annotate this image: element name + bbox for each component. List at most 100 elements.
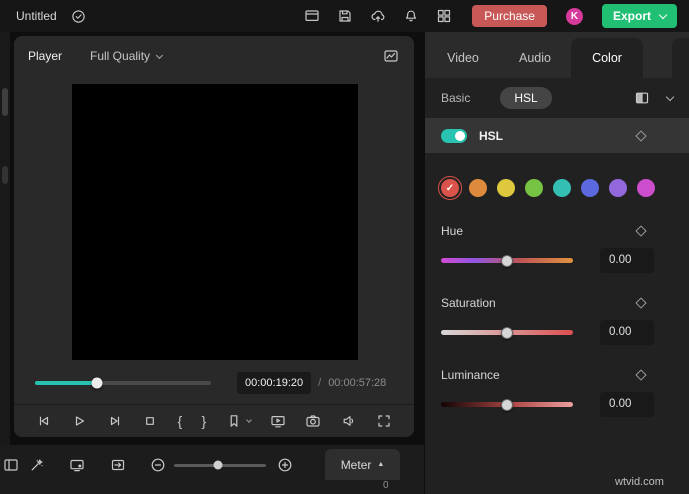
subtab-icons <box>633 89 675 107</box>
meter-label: Meter <box>340 457 372 472</box>
panel-tabs: Video Audio Color <box>425 32 689 78</box>
swatch-orange[interactable] <box>469 179 487 197</box>
hue-slider[interactable] <box>441 248 573 273</box>
hsl-toggle[interactable] <box>441 128 467 143</box>
snapshot-camera-icon[interactable] <box>305 413 321 429</box>
export-label: Export <box>612 9 651 23</box>
saturation-value-field[interactable]: 0.00 <box>600 320 654 345</box>
meter-caret-up-icon: ▲ <box>377 461 385 468</box>
auto-reframe-icon[interactable] <box>110 457 126 473</box>
scrubber-row: 00:00:19:20 / 00:00:57:28 <box>14 370 414 396</box>
magic-wand-icon[interactable] <box>29 457 45 473</box>
selected-check-icon: ✓ <box>445 182 455 194</box>
cloud-upload-icon[interactable] <box>369 7 387 25</box>
section-chevron-down-icon[interactable] <box>665 92 675 101</box>
hue-slider-handle[interactable] <box>501 254 513 267</box>
panel-toggle-icon[interactable] <box>3 457 19 473</box>
meter-button[interactable]: Meter ▲ <box>325 449 400 480</box>
luminance-slider[interactable] <box>441 392 573 417</box>
swatch-red[interactable]: ✓ <box>438 176 462 200</box>
timecode-separator: / <box>318 377 322 389</box>
playback-controls: { } <box>14 404 414 437</box>
hue-label: Hue <box>441 224 464 238</box>
swatch-purple[interactable] <box>609 179 627 197</box>
video-preview <box>72 84 358 360</box>
hsl-section-title: HSL <box>479 128 503 143</box>
mark-in-icon[interactable]: { <box>177 413 182 429</box>
notifications-bell-icon[interactable] <box>402 7 420 25</box>
fullscreen-icon[interactable] <box>376 413 392 429</box>
zoom-slider-handle[interactable] <box>213 460 223 470</box>
saved-check-icon <box>70 7 88 25</box>
tab-audio[interactable]: Audio <box>499 38 571 78</box>
swatch-magenta[interactable] <box>637 179 655 197</box>
keyframe-icon[interactable] <box>635 297 647 309</box>
current-timecode[interactable]: 00:00:19:20 <box>237 372 312 394</box>
screen-record-icon[interactable] <box>69 457 85 473</box>
keyframe-icon[interactable] <box>635 225 647 237</box>
marker-chevron-down-icon <box>245 417 252 423</box>
playhead-handle[interactable] <box>91 377 103 389</box>
compare-view-icon[interactable] <box>633 89 651 107</box>
topbar-left: Untitled <box>12 7 88 25</box>
quality-chevron-down-icon <box>156 51 164 59</box>
properties-panel: Video Audio Color Basic HSL HSL ✓ Hue 0.… <box>425 32 689 494</box>
timeline-toolbar: Meter ▲ <box>0 445 424 494</box>
meter-scale-value: 0 <box>383 480 389 491</box>
export-chevron-down-icon <box>658 10 668 19</box>
project-title[interactable]: Untitled <box>16 9 57 23</box>
hue-value-field[interactable]: 0.00 <box>600 248 654 273</box>
panel-handle[interactable] <box>2 88 8 116</box>
marker-dropdown[interactable] <box>226 413 252 429</box>
toggle-knob <box>455 130 465 141</box>
next-frame-icon[interactable] <box>107 413 123 429</box>
mark-out-icon[interactable]: } <box>201 413 206 429</box>
subtab-basic[interactable]: Basic <box>441 91 470 105</box>
tab-partial[interactable] <box>672 38 689 78</box>
window-layout-icon[interactable] <box>303 7 321 25</box>
saturation-slider[interactable] <box>441 320 573 345</box>
playback-scrubber[interactable] <box>35 377 211 389</box>
app-root: Untitled Purchase K Export Player Full Q… <box>0 0 689 494</box>
scope-view-icon[interactable] <box>382 47 400 65</box>
purchase-button[interactable]: Purchase <box>472 5 547 27</box>
stop-icon[interactable] <box>142 413 158 429</box>
swatch-blue[interactable] <box>581 179 599 197</box>
swatch-yellow[interactable] <box>497 179 515 197</box>
keyframe-icon[interactable] <box>635 369 647 381</box>
tab-color[interactable]: Color <box>571 38 643 78</box>
keyframe-icon[interactable] <box>635 129 647 142</box>
previous-frame-icon[interactable] <box>36 413 52 429</box>
topbar-right: Purchase K Export <box>303 4 677 28</box>
play-icon[interactable] <box>71 413 87 429</box>
luminance-value-field[interactable]: 0.00 <box>600 392 654 417</box>
tab-video[interactable]: Video <box>427 38 499 78</box>
swatch-teal[interactable] <box>553 179 571 197</box>
saturation-slider-handle[interactable] <box>501 326 513 339</box>
playback-progress <box>35 381 97 385</box>
marker-icon <box>230 415 237 427</box>
luminance-control: Luminance 0.00 <box>425 368 689 417</box>
panel-handle[interactable] <box>2 166 8 184</box>
collapsed-panel-strip <box>0 32 10 445</box>
subtab-hsl[interactable]: HSL <box>500 87 552 109</box>
quality-label: Full Quality <box>90 49 151 63</box>
luminance-label: Luminance <box>441 368 500 382</box>
user-avatar[interactable]: K <box>565 7 583 25</box>
zoom-out-icon[interactable] <box>150 457 166 473</box>
save-icon[interactable] <box>336 7 354 25</box>
watermark: wtvid.com <box>615 476 664 488</box>
saturation-control: Saturation 0.00 <box>425 296 689 345</box>
quality-dropdown[interactable]: Full Quality <box>90 49 164 63</box>
player-panel-title: Player <box>28 49 63 63</box>
player-header: Player Full Quality <box>14 36 414 76</box>
speaker-icon[interactable] <box>341 413 357 429</box>
workspace-grid-icon[interactable] <box>435 7 453 25</box>
luminance-slider-handle[interactable] <box>501 398 513 411</box>
zoom-in-icon[interactable] <box>277 457 293 473</box>
swatch-green[interactable] <box>525 179 543 197</box>
export-button[interactable]: Export <box>601 4 677 28</box>
timeline-zoom-slider[interactable] <box>174 457 266 473</box>
total-timecode: 00:00:57:28 <box>328 377 387 389</box>
second-screen-icon[interactable] <box>270 413 286 429</box>
